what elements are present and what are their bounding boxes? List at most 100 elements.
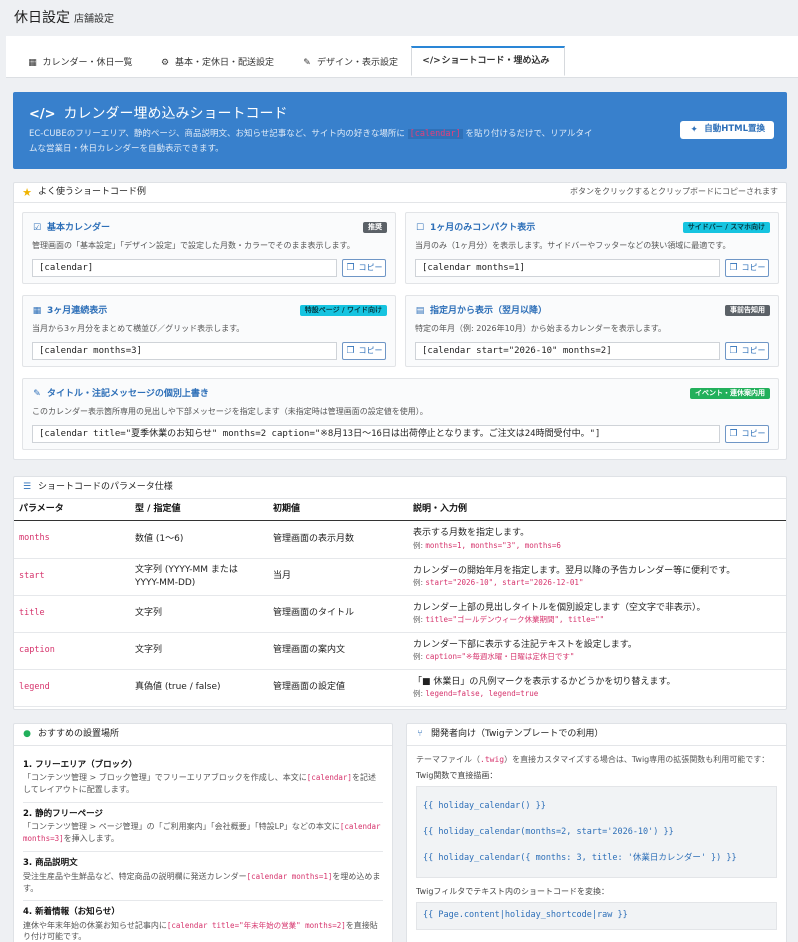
page-title: 休日設定 (14, 10, 70, 26)
code-line: {{ holiday_calendar(months=2, start='202… (423, 826, 674, 837)
column-header: 初期値 (268, 499, 408, 521)
param-description: カレンダーの開始年月を指定します。翌月以降の予告カレンダー等に便利です。 例: s… (408, 558, 786, 596)
hero-title: </> カレンダー埋め込みショートコード (29, 106, 288, 122)
developer-intro: テーマファイル（.twig）を直接カスタマイズする場合は、Twig専用の拡張関数… (416, 755, 770, 764)
page-header: 休日設定 店舗設定 (0, 0, 798, 36)
param-name: legend (14, 669, 130, 707)
shortcode-field[interactable]: [calendar months=1] (415, 259, 720, 277)
card-description: 管理画面の「基本設定」「デザイン設定」で設定した月数・カラーでそのまま表示します… (32, 241, 355, 250)
column-header: 説明・入力例 (408, 499, 786, 521)
param-description: 表示する月数を指定します。 例: months=1, months="3", mo… (408, 520, 786, 559)
card-description: 当月のみ（1ヶ月分）を表示します。サイドバーやフッターなどの狭い領域に最適です。 (415, 241, 731, 250)
examples-header: ★ よく使うショートコード例 ボタンをクリックするとクリップボードにコピーされま… (14, 183, 786, 203)
star-icon: ★ (22, 186, 32, 199)
card-description: このカレンダー表示箇所専用の見出しや下部メッセージを指定します（未指定時は管理画… (32, 407, 428, 416)
table-row: title 文字列 管理画面のタイトル カレンダー上部の見出しタイトルを個別設定… (14, 595, 786, 633)
grid-icon: ▦ (32, 305, 42, 316)
git-branch-icon: ⑂ (417, 729, 423, 739)
table-row: legend 真偽値 (true / false) 管理画面の設定値 「■ 休業… (14, 669, 786, 707)
table-header-row: パラメータ 型 / 指定値 初期値 説明・入力例 (14, 499, 786, 521)
list-item: 2. 静的フリーページ 「コンテンツ管理 > ページ管理」の「ご利用案内」「会社… (23, 803, 383, 853)
example-card-compact: ☐ 1ヶ月のみコンパクト表示 サイドバー / スマホ向け 当月のみ（1ヶ月分）を表… (405, 212, 779, 284)
square-icon: ☐ (415, 222, 425, 233)
tab-calendar-list[interactable]: ▦ カレンダー・休日一覧 (14, 48, 146, 78)
auto-html-replace-button[interactable]: ✦ 自動HTML置換 (680, 121, 774, 139)
badge-event: イベント・連休案内用 (690, 388, 770, 399)
param-type: 文字列 (130, 595, 268, 633)
param-default: 管理画面のタイトル (268, 595, 408, 633)
code-icon: </> (422, 56, 441, 66)
shortcode-examples-panel: ★ よく使うショートコード例 ボタンをクリックするとクリップボードにコピーされま… (13, 182, 787, 460)
param-description: カレンダー下部に表示する注記テキストを設定します。 例: caption="※毎週… (408, 632, 786, 670)
column-header: 型 / 指定値 (130, 499, 268, 521)
hero-inline-code: [calendar] (407, 129, 463, 139)
code-line: {{ holiday_calendar() }} (423, 800, 546, 811)
param-example: months=1, months="3", months=6 (425, 540, 561, 550)
placement-list: 1. フリーエリア（ブロック） 「コンテンツ管理 > ブロック管理」でフリーエリ… (14, 746, 392, 942)
developer-header: ⑂ 開発者向け（Twigテンプレートでの利用） (407, 724, 786, 746)
copy-icon: ❐ (729, 428, 738, 439)
list-icon: ☰ (22, 482, 32, 492)
param-example: start="2026-10", start="2026-12-01" (425, 578, 584, 587)
param-type: 数値 (1〜6) (130, 520, 268, 559)
param-name: caption (14, 632, 130, 670)
param-example: title="ゴールデンウィーク休業期間", title="" (425, 615, 605, 624)
gear-icon: ⚙ (160, 57, 170, 68)
param-name: start (14, 558, 130, 596)
tab-bar: ▦ カレンダー・休日一覧 ⚙ 基本・定休日・配送設定 ✎ デザイン・表示設定 </> シ… (6, 36, 798, 78)
param-description: カレンダー上部の見出しタイトルを個別設定します（空文字で非表示）。 例: titl… (408, 595, 786, 633)
placement-header: ● おすすめの設置場所 (14, 724, 392, 746)
copy-button[interactable]: ❐ コピー (725, 342, 769, 360)
copy-button[interactable]: ❐ コピー (725, 425, 769, 443)
tab-basic-settings[interactable]: ⚙ 基本・定休日・配送設定 (148, 48, 286, 78)
param-name: title (14, 595, 130, 633)
param-type: 真偽値 (true / false) (130, 669, 268, 707)
tab-design-settings[interactable]: ✎ デザイン・表示設定 (290, 48, 410, 78)
placement-panel: ● おすすめの設置場所 1. フリーエリア（ブロック） 「コンテンツ管理 > ブ… (13, 723, 393, 942)
param-type: 文字列 (YYYY-MM または YYYY-MM-DD) (130, 558, 268, 596)
badge-recommended: 推奨 (363, 222, 387, 233)
copy-icon: ❐ (729, 345, 738, 356)
column-header: パラメータ (14, 499, 130, 521)
param-default: 当月 (268, 558, 408, 596)
map-pin-icon: ● (23, 729, 31, 739)
card-description: 当月から3ヶ月分をまとめて横並び／グリッド表示します。 (32, 324, 245, 333)
twig-filter-code: {{ Page.content|holiday_shortcode|raw }} (416, 901, 777, 930)
shortcode-field[interactable]: [calendar title="夏季休業のお知らせ" months=2 cap… (32, 425, 720, 443)
tab-shortcode[interactable]: </> ショートコード・埋め込み (411, 46, 565, 76)
twig-function-code: {{ holiday_calendar() }} {{ holiday_cale… (416, 785, 777, 878)
badge-sidebar: サイドバー / スマホ向け (682, 222, 770, 233)
param-type: 文字列 (130, 632, 268, 670)
param-example: caption="※毎週水曜・日曜は定休日です" (425, 652, 575, 661)
table-row: caption 文字列 管理画面の案内文 カレンダー下部に表示する注記テキストを… (14, 632, 786, 670)
page-subtitle: 店舗設定 (74, 14, 114, 25)
hero-description: EC-CUBEのフリーエリア、静的ページ、商品説明文、お知らせ記事など、サイト内… (29, 129, 593, 154)
param-name: months (14, 520, 130, 559)
list-item: 4. 新着情報（お知らせ） 連休や年末年始の休業お知らせ記事内に[calenda… (23, 907, 378, 942)
shortcode-hero-banner: </> カレンダー埋め込みショートコード EC-CUBEのフリーエリア、静的ページ… (13, 92, 787, 169)
example-card-basic: ☑ 基本カレンダー 推奨 管理画面の「基本設定」「デザイン設定」で設定した月数・カ… (22, 212, 396, 284)
copy-button[interactable]: ❐ コピー (725, 259, 769, 277)
calendar-check-icon: ☑ (32, 222, 42, 233)
developer-content: テーマファイル（.twig）を直接カスタマイズする場合は、Twig専用の拡張関数… (407, 746, 786, 938)
badge-announcement: 事前告知用 (725, 305, 770, 316)
copy-button[interactable]: ❐ コピー (342, 342, 386, 360)
calendar-icon: ▦ (28, 57, 37, 68)
example-card-title-caption: ✎ タイトル・注記メッセージの個別上書き イベント・連休案内用 このカレンダー表示… (22, 378, 779, 450)
param-default: 管理画面の案内文 (268, 632, 408, 670)
list-item: 1. フリーエリア（ブロック） 「コンテンツ管理 > ブロック管理」でフリーエリ… (23, 754, 383, 803)
copy-icon: ❐ (729, 262, 738, 273)
copy-icon: ❐ (346, 262, 355, 273)
code-line: {{ Page.content|holiday_shortcode|raw }} (423, 910, 628, 921)
param-default: 管理画面の設定値 (268, 669, 408, 707)
shortcode-field[interactable]: [calendar] (32, 259, 337, 277)
example-card-start-month: ▤ 指定月から表示（翌月以降） 事前告知用 特定の年月（例: 2026年10月）か… (405, 295, 779, 367)
copy-button[interactable]: ❐ コピー (342, 259, 386, 277)
shortcode-field[interactable]: [calendar months=3] (32, 342, 337, 360)
shortcode-field[interactable]: [calendar start="2026-10" months=2] (415, 342, 720, 360)
parameter-table: パラメータ 型 / 指定値 初期値 説明・入力例 months 数値 (1〜6)… (14, 499, 786, 707)
code-line: {{ holiday_calendar({ months: 3, title: … (423, 852, 737, 863)
parameter-spec-panel: ☰ ショートコードのパラメータ仕様 パラメータ 型 / 指定値 初期値 説明・入… (13, 476, 787, 710)
twig-function-label: Twig関数で直接描画： (416, 771, 498, 780)
code-icon: </> (29, 106, 56, 122)
